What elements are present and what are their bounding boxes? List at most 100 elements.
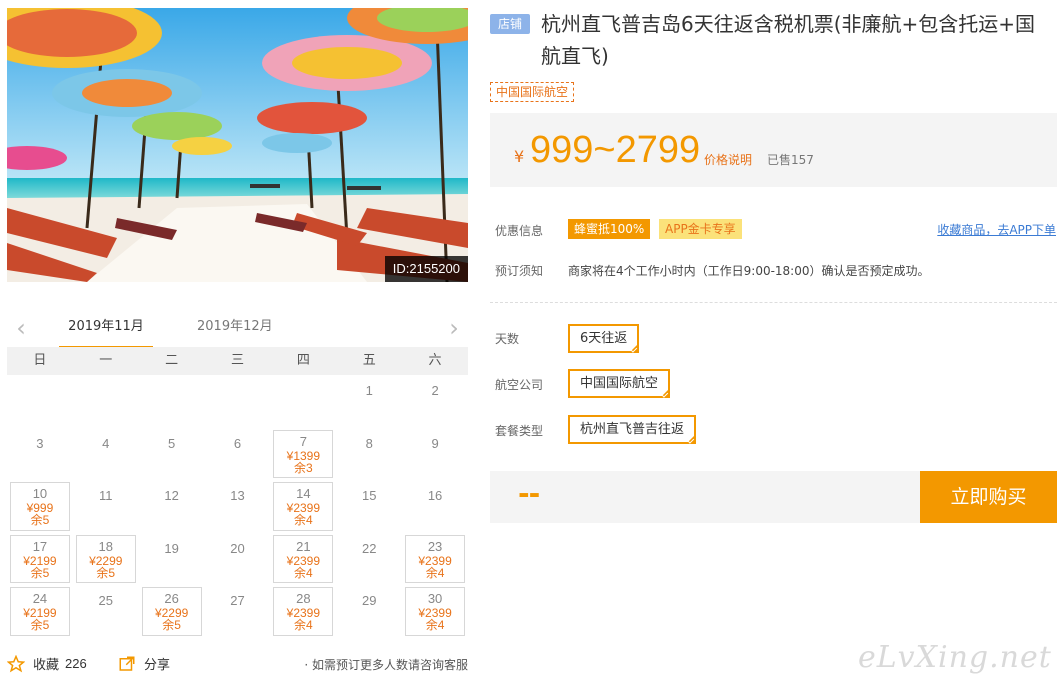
calendar-day: 15 [336,480,402,533]
day-number: 18 [98,538,113,554]
day-number: 1 [365,383,373,398]
chevron-left-icon[interactable]: ‹ [11,316,31,340]
day-number: 2 [431,383,439,398]
day-number [270,375,336,383]
calendar-day-available[interactable]: 26 ¥2299 余5 [141,587,202,636]
day-price: ¥2399 [418,553,452,568]
consult-note: · 如需预订更多人数请咨询客服 [304,658,468,672]
day-number: 10 [32,486,48,501]
day-number: 25 [98,593,113,608]
day-number: 15 [361,488,377,503]
calendar-day: 12 [139,480,205,533]
total-bar: -- [490,471,920,523]
day-remaining: 余3 [294,460,313,475]
share-button[interactable]: 分享 [118,654,170,673]
day-number [139,375,205,383]
calendar-day-available[interactable]: 10 ¥999 余5 [10,482,70,531]
price-box: ¥ 999~2799 价格说明 已售157 [490,113,1057,187]
day-number [7,375,73,383]
calendar-day [270,375,336,428]
calendar-day: 11 [73,480,139,533]
day-remaining: 余4 [294,513,313,527]
buy-now-button[interactable]: 立即购买 [920,471,1057,523]
calendar-day: 6 [205,428,271,481]
day-number: 14 [296,486,311,501]
beach-umbrellas-photo [7,8,468,282]
calendar-day-available[interactable]: 30 ¥2399 余4 [405,587,465,636]
day-number: 4 [102,435,110,451]
calendar-day: 5 [139,428,205,481]
calendar-day-available[interactable]: 24 ¥2199 余5 [10,587,70,636]
day-number: 24 [32,591,48,606]
day-number: 23 [427,538,443,554]
month-tab-next[interactable]: 2019年12月 [197,318,273,348]
calendar-day: 9 [402,428,468,481]
weekday-label: 二 [138,347,205,375]
share-icon [118,655,136,673]
day-number: 20 [230,540,245,556]
airline-option[interactable]: 中国国际航空 [568,369,671,398]
calendar-day: 2 [402,375,468,428]
calendar-day-available[interactable]: 17 ¥2199 余5 [10,534,70,583]
calendar-grid: 日 一 二 三 四 五 六 1 2 3 4 5 6 7 ¥1399 余3 8 9 10 ¥999 余5 11… [7,347,468,638]
day-number: 7 [299,433,307,449]
day-remaining: 余5 [30,618,50,632]
favorite-button[interactable]: 收藏 226 [7,654,87,673]
calendar-header: ‹ 2019年11月 2019年12月 › [7,310,468,348]
favorite-label: 收藏 [33,658,60,673]
currency-symbol: ¥ [514,147,525,166]
day-price: ¥2399 [286,553,321,568]
day-price: ¥2199 [23,553,57,568]
day-number: 21 [296,538,311,554]
sold-count: 已售157 [767,153,814,167]
calendar-day: 8 [336,428,402,481]
day-remaining: 余5 [96,565,116,580]
days-option[interactable]: 6天往返 [568,324,640,353]
airline-tag: 中国国际航空 [490,82,575,102]
calendar-day: 13 [205,480,271,533]
day-price: ¥1399 [286,448,321,463]
package-label: 套餐类型 [495,424,544,438]
day-number: 13 [230,488,245,503]
calendar-day: 20 [205,533,271,586]
day-remaining: 余5 [162,618,181,632]
calendar-day: 1 [336,375,402,428]
chevron-right-icon[interactable]: › [444,316,464,340]
weekday-label: 四 [270,347,337,375]
calendar-day: 3 [7,428,73,481]
day-number: 28 [296,591,311,606]
days-option-label: 6天往返 [580,331,628,346]
day-number: 3 [36,435,44,451]
day-number: 11 [99,488,113,503]
day-price: ¥2299 [89,553,123,568]
airline-label: 航空公司 [495,378,544,392]
calendar-footer: 收藏 226 分享 · 如需预订更多人数请咨询客服 [7,652,468,676]
shop-badge: 店铺 [490,14,530,34]
divider [490,302,1057,303]
price-explain-link[interactable]: 价格说明 [704,151,752,168]
favorite-count: 226 [65,656,87,671]
calendar-day-available[interactable]: 28 ¥2399 余4 [273,587,334,636]
package-option[interactable]: 杭州直飞普吉往返 [568,415,697,444]
app-order-link[interactable]: 收藏商品，去APP下单 [937,221,1056,238]
star-icon [7,654,25,673]
calendar-day-available[interactable]: 14 ¥2399 余4 [273,482,334,531]
promo-badge-bee: 蜂蜜抵100% [568,219,651,239]
calendar-day-available[interactable]: 23 ¥2399 余4 [405,534,465,583]
day-remaining: 余4 [425,565,445,580]
month-tab-active[interactable]: 2019年11月 [59,318,153,348]
calendar-day [205,375,271,428]
notice-label: 预订须知 [495,264,544,278]
calendar-day-available[interactable]: 18 ¥2299 余5 [75,534,136,583]
day-remaining: 余5 [30,513,50,527]
calendar-day-available[interactable]: 21 ¥2399 余4 [273,534,334,583]
product-id-badge: ID:2155200 [384,256,468,282]
price-range: 999~2799 [530,129,701,171]
calendar-day-available[interactable]: 7 ¥1399 余3 [273,429,334,478]
check-icon [661,391,669,398]
promo-label: 优惠信息 [495,224,544,238]
promo-badge-app: APP金卡专享 [659,219,742,239]
product-image[interactable]: ID:2155200 [7,8,468,282]
day-number: 12 [164,488,179,503]
check-icon [631,346,638,353]
